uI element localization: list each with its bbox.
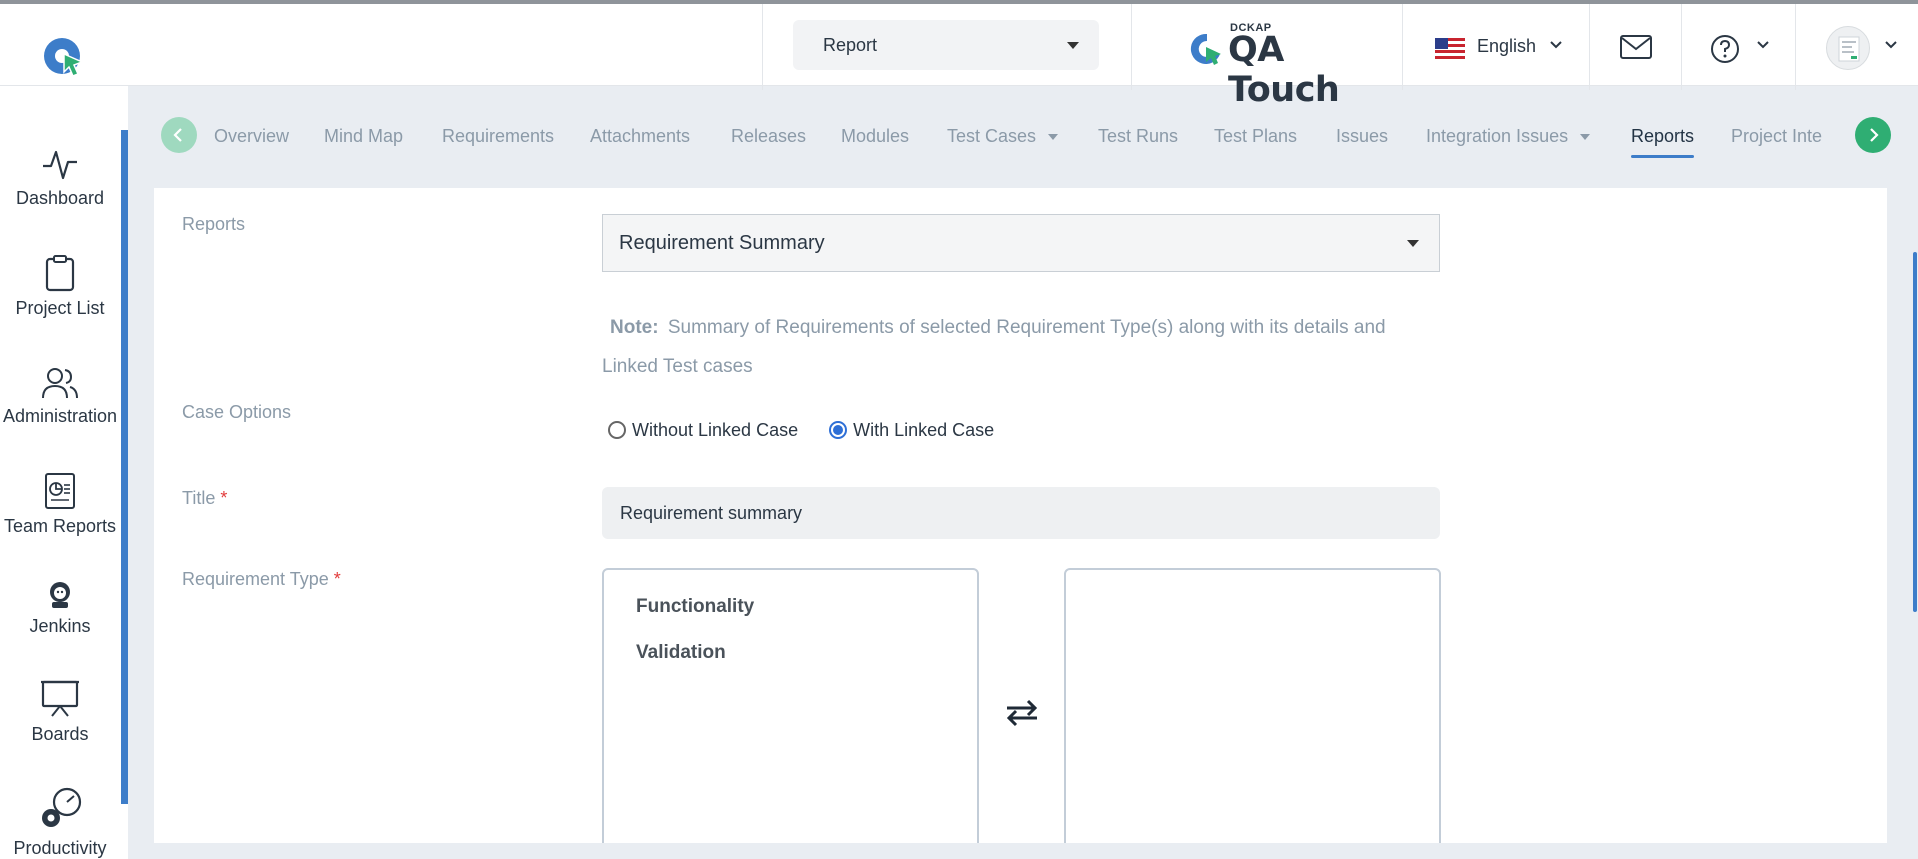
radio-label: Without Linked Case — [632, 420, 799, 440]
tab-test-runs[interactable]: Test Runs — [1098, 126, 1178, 147]
report-note: Note: Summary of Requirements of selecte… — [602, 308, 1442, 386]
user-menu-button[interactable] — [1796, 4, 1918, 90]
tab-label: Integration Issues — [1426, 126, 1569, 146]
top-bar: Report DCKAP QA Touch English — [0, 0, 1918, 110]
language-label: English — [1477, 36, 1537, 56]
sidebar-item-label: Jenkins — [29, 616, 91, 636]
reports-label: Reports — [182, 214, 246, 234]
radio-button[interactable] — [608, 421, 626, 439]
radio-button-selected[interactable] — [829, 421, 848, 439]
radio-label: With Linked Case — [853, 420, 995, 440]
chevron-left-icon — [173, 128, 182, 142]
caret-down-icon — [1048, 134, 1059, 141]
report-chart-icon — [45, 473, 75, 509]
selected-requirement-types-list[interactable] — [1064, 568, 1441, 843]
sidebar-item-boards[interactable]: Boards — [0, 678, 120, 745]
tabs-scroll-left-button[interactable] — [161, 117, 197, 153]
users-icon — [42, 368, 78, 399]
chevron-right-icon — [1870, 128, 1879, 142]
with-linked-case-option[interactable]: With Linked Case — [829, 420, 994, 441]
tab-releases[interactable]: Releases — [731, 126, 806, 147]
tab-issues[interactable]: Issues — [1336, 126, 1388, 147]
sidebar-item-dashboard[interactable]: Dashboard — [0, 148, 120, 209]
activity-icon — [43, 150, 77, 180]
report-type-dropdown[interactable]: Report — [793, 20, 1099, 70]
tab-reports[interactable]: Reports — [1631, 126, 1695, 158]
requirement-type-label: Requirement Type * — [182, 569, 341, 590]
without-linked-case-option[interactable]: Without Linked Case — [608, 420, 798, 441]
sidebar-item-label: Dashboard — [15, 188, 105, 208]
caret-down-icon — [1580, 134, 1591, 141]
tab-attachments[interactable]: Attachments — [590, 126, 690, 147]
sidebar-item-label: Team Reports — [3, 516, 117, 536]
tabs-scroll-right-button[interactable] — [1855, 117, 1891, 153]
avatar — [1826, 26, 1870, 70]
requirement-type-label-text: Requirement Type — [182, 569, 329, 589]
required-mark: * — [220, 488, 228, 508]
chevron-down-icon — [1757, 41, 1769, 49]
title-label-text: Title — [182, 488, 216, 508]
sidebar-item-administration[interactable]: Administration — [0, 366, 120, 427]
case-options-group: Without Linked Case With Linked Case — [608, 420, 1020, 441]
productivity-gauge-icon — [42, 787, 82, 827]
list-item[interactable]: Validation — [636, 642, 726, 664]
brand-logo: DCKAP QA Touch — [1190, 18, 1380, 110]
language-selector[interactable]: English — [1402, 4, 1590, 90]
mail-button[interactable] — [1590, 4, 1682, 90]
presentation-board-icon — [41, 680, 79, 717]
tab-modules[interactable]: Modules — [841, 126, 909, 147]
tab-mind-map[interactable]: Mind Map — [324, 126, 403, 147]
jenkins-icon — [50, 582, 70, 608]
tab-label: Test Cases — [947, 126, 1037, 146]
help-menu-button[interactable] — [1682, 4, 1796, 90]
app-logo-icon[interactable] — [42, 34, 86, 78]
reports-dropdown-value: Requirement Summary — [619, 232, 825, 254]
project-tabs: Overview Mind Map Requirements Attachmen… — [128, 86, 1918, 188]
available-requirement-types-list[interactable]: Functionality Validation — [602, 568, 979, 843]
note-text: Summary of Requirements of selected Requ… — [602, 317, 1386, 377]
chevron-down-icon — [1550, 41, 1562, 49]
caret-down-icon — [1067, 42, 1079, 49]
reports-dropdown[interactable]: Requirement Summary — [602, 214, 1440, 272]
sidebar-item-productivity[interactable]: Productivity — [0, 786, 120, 859]
report-selector-section: Report — [762, 4, 1132, 90]
report-form: Reports Requirement Summary Note: Summar… — [154, 188, 1887, 843]
us-flag-icon — [1435, 38, 1465, 59]
note-label: Note: — [610, 317, 659, 338]
chevron-down-icon — [1885, 41, 1897, 49]
clipboard-icon — [45, 255, 75, 292]
sidebar-item-label: Boards — [31, 724, 89, 744]
mail-icon — [1620, 35, 1652, 59]
page-scrollbar[interactable] — [1913, 252, 1917, 612]
list-item[interactable]: Functionality — [636, 596, 754, 618]
tab-test-plans[interactable]: Test Plans — [1214, 126, 1297, 147]
tab-requirements[interactable]: Requirements — [442, 126, 554, 147]
required-mark: * — [333, 569, 341, 589]
report-type-value: Report — [823, 35, 878, 55]
sidebar-item-jenkins[interactable]: Jenkins — [0, 580, 120, 637]
sidebar-item-label: Project List — [15, 298, 105, 318]
sidebar: Dashboard Project List Administration Te… — [0, 86, 128, 859]
sidebar-item-team-reports[interactable]: Team Reports — [0, 472, 120, 537]
tab-integration-issues[interactable]: Integration Issues — [1426, 126, 1591, 147]
brand-mark-icon — [1190, 33, 1221, 65]
title-input-value: Requirement summary — [620, 503, 803, 523]
title-label: Title * — [182, 488, 227, 509]
case-options-label: Case Options — [182, 402, 292, 422]
swap-arrows-icon[interactable] — [1004, 698, 1040, 728]
sidebar-scroll-indicator[interactable] — [121, 130, 128, 804]
sidebar-item-label: Productivity — [13, 838, 107, 858]
sidebar-item-label: Administration — [2, 406, 118, 426]
title-input[interactable]: Requirement summary — [602, 487, 1440, 539]
tab-project-integrations[interactable]: Project Inte — [1731, 126, 1822, 147]
tab-overview[interactable]: Overview — [214, 126, 289, 147]
sidebar-item-project-list[interactable]: Project List — [0, 254, 120, 319]
caret-down-icon — [1407, 240, 1419, 247]
tab-test-cases[interactable]: Test Cases — [947, 126, 1059, 147]
help-question-icon — [1711, 35, 1739, 63]
